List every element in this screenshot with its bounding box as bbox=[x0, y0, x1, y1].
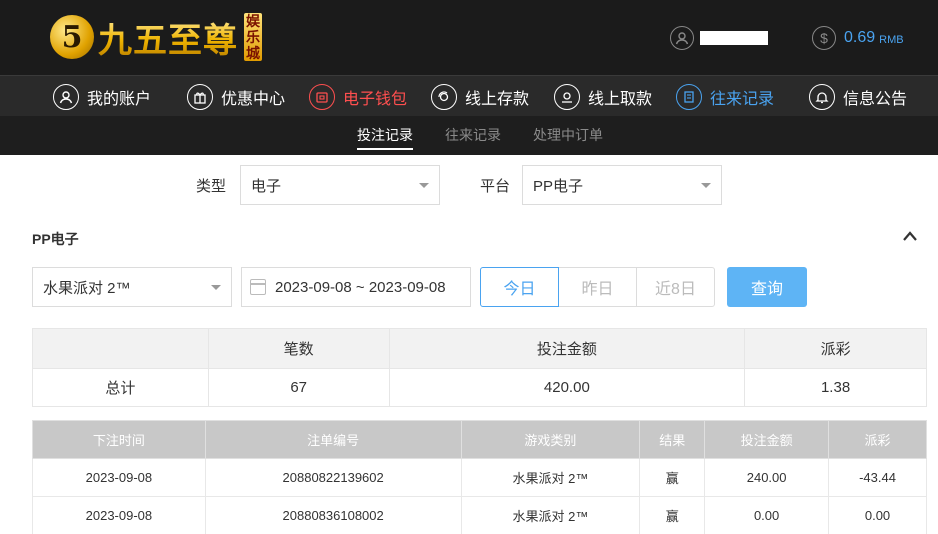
bet-time: 2023-09-08 bbox=[32, 458, 206, 497]
summary-header: 笔数 bbox=[207, 328, 390, 369]
summary-header-row: 笔数 投注金额 派彩 bbox=[32, 328, 927, 369]
nav-item-label: 信息公告 bbox=[843, 90, 908, 108]
bet-payout: -43.44 bbox=[828, 458, 927, 497]
nav-item-label: 我的账户 bbox=[87, 90, 152, 108]
username-redacted bbox=[700, 31, 768, 45]
calendar-icon bbox=[250, 279, 266, 295]
bet-id: 20880822139602 bbox=[204, 458, 462, 497]
nav-item-label: 线上存款 bbox=[465, 90, 530, 108]
nav-item-account[interactable]: 我的账户 bbox=[53, 76, 151, 117]
last-8-days-button[interactable]: 近8日 bbox=[636, 267, 715, 307]
main-nav: 我的账户 优惠中心 电子钱包 线上存款 线上取款 往来记录 信息公告 bbox=[0, 75, 938, 116]
summary-amount: 420.00 bbox=[388, 368, 746, 407]
nav-item-withdraw[interactable]: 线上取款 bbox=[554, 76, 652, 117]
nav-item-records[interactable]: 往来记录 bbox=[676, 76, 774, 117]
platform-label: 平台 bbox=[480, 178, 511, 195]
bet-details-table: 下注时间 注单编号 游戏类别 结果 投注金额 派彩 2023-09-08 208… bbox=[32, 420, 927, 534]
brand-badge: 娱乐城 bbox=[244, 13, 262, 62]
nav-item-label: 电子钱包 bbox=[343, 90, 408, 108]
column-header[interactable]: 游戏类别 bbox=[460, 420, 641, 459]
chevron-down-icon bbox=[211, 285, 221, 290]
type-select[interactable]: 电子 bbox=[240, 165, 440, 205]
top-header: 5 九五至尊 娱乐城 $ 0.69 RMB bbox=[0, 0, 938, 75]
column-header[interactable]: 注单编号 bbox=[204, 420, 462, 459]
game-select[interactable]: 水果派对 2™ bbox=[32, 267, 232, 307]
table-row[interactable]: 2023-09-08 20880822139602 水果派对 2™ 赢 240.… bbox=[32, 458, 927, 497]
bell-icon bbox=[809, 83, 835, 110]
summary-count: 67 bbox=[207, 368, 390, 407]
user-icon bbox=[53, 83, 79, 110]
yesterday-button[interactable]: 昨日 bbox=[558, 267, 637, 307]
column-header[interactable]: 投注金额 bbox=[704, 420, 830, 459]
nav-item-promotions[interactable]: 优惠中心 bbox=[187, 76, 285, 117]
summary-total-row: 总计 67 420.00 1.38 bbox=[32, 368, 927, 407]
platform-select-value: PP电子 bbox=[533, 177, 584, 195]
tab-transactions[interactable]: 往来记录 bbox=[445, 116, 501, 155]
tab-bet-records[interactable]: 投注记录 bbox=[357, 116, 413, 155]
records-icon bbox=[676, 83, 702, 110]
game-category: 水果派对 2™ bbox=[460, 496, 641, 534]
date-range-picker[interactable]: 2023-09-08 ~ 2023-09-08 bbox=[241, 267, 471, 307]
balance-value: 0.69 bbox=[844, 29, 876, 46]
platform-select[interactable]: PP电子 bbox=[522, 165, 722, 205]
deposit-icon bbox=[431, 83, 457, 110]
wallet-icon bbox=[309, 83, 335, 110]
nav-item-deposit[interactable]: 线上存款 bbox=[431, 76, 529, 117]
bet-amount: 0.00 bbox=[704, 496, 830, 534]
game-select-value: 水果派对 2™ bbox=[43, 279, 131, 297]
table-row[interactable]: 2023-09-08 20880836108002 水果派对 2™ 赢 0.00… bbox=[32, 496, 927, 534]
nav-item-wallet[interactable]: 电子钱包 bbox=[309, 76, 407, 117]
summary-total-label: 总计 bbox=[32, 368, 209, 407]
gift-icon bbox=[187, 83, 213, 110]
user-info[interactable] bbox=[670, 26, 768, 50]
chevron-down-icon bbox=[419, 183, 429, 188]
details-header-row: 下注时间 注单编号 游戏类别 结果 投注金额 派彩 bbox=[32, 420, 927, 459]
bet-time: 2023-09-08 bbox=[32, 496, 206, 534]
section-title: PP电子 bbox=[32, 231, 79, 247]
chevron-down-icon bbox=[701, 183, 711, 188]
type-select-value: 电子 bbox=[251, 177, 282, 195]
balance-currency: RMB bbox=[879, 33, 904, 46]
logo-mark: 5 bbox=[50, 15, 94, 59]
quick-date-group: 今日 昨日 近8日 bbox=[480, 267, 715, 307]
nav-item-label: 线上取款 bbox=[588, 90, 653, 108]
tab-pending-orders[interactable]: 处理中订单 bbox=[533, 116, 603, 155]
withdraw-icon bbox=[554, 83, 580, 110]
query-button[interactable]: 查询 bbox=[727, 267, 807, 307]
brand-logo[interactable]: 5 九五至尊 娱乐城 bbox=[50, 12, 262, 62]
chevron-up-icon[interactable] bbox=[902, 230, 918, 242]
game-category: 水果派对 2™ bbox=[460, 458, 641, 497]
summary-table: 笔数 投注金额 派彩 总计 67 420.00 1.38 bbox=[32, 328, 927, 407]
date-range-value: 2023-09-08 ~ 2023-09-08 bbox=[275, 278, 446, 296]
type-label: 类型 bbox=[196, 178, 227, 195]
bet-result: 赢 bbox=[639, 458, 706, 497]
nav-item-label: 往来记录 bbox=[710, 90, 775, 108]
bet-result: 赢 bbox=[639, 496, 706, 534]
nav-item-announcements[interactable]: 信息公告 bbox=[809, 76, 907, 117]
bet-payout: 0.00 bbox=[828, 496, 927, 534]
brand-name: 九五至尊 bbox=[98, 13, 238, 62]
summary-header: 投注金额 bbox=[388, 328, 746, 369]
column-header[interactable]: 下注时间 bbox=[32, 420, 206, 459]
bet-amount: 240.00 bbox=[704, 458, 830, 497]
bet-id: 20880836108002 bbox=[204, 496, 462, 534]
dollar-icon: $ bbox=[812, 26, 836, 50]
balance-display: $ 0.69 RMB bbox=[812, 26, 904, 50]
summary-payout: 1.38 bbox=[744, 368, 927, 407]
nav-item-label: 优惠中心 bbox=[221, 90, 286, 108]
summary-header bbox=[32, 328, 209, 369]
column-header[interactable]: 派彩 bbox=[828, 420, 927, 459]
user-icon bbox=[670, 26, 694, 50]
today-button[interactable]: 今日 bbox=[480, 267, 559, 307]
summary-header: 派彩 bbox=[744, 328, 927, 369]
sub-nav: 投注记录 往来记录 处理中订单 bbox=[0, 116, 938, 155]
column-header[interactable]: 结果 bbox=[639, 420, 706, 459]
